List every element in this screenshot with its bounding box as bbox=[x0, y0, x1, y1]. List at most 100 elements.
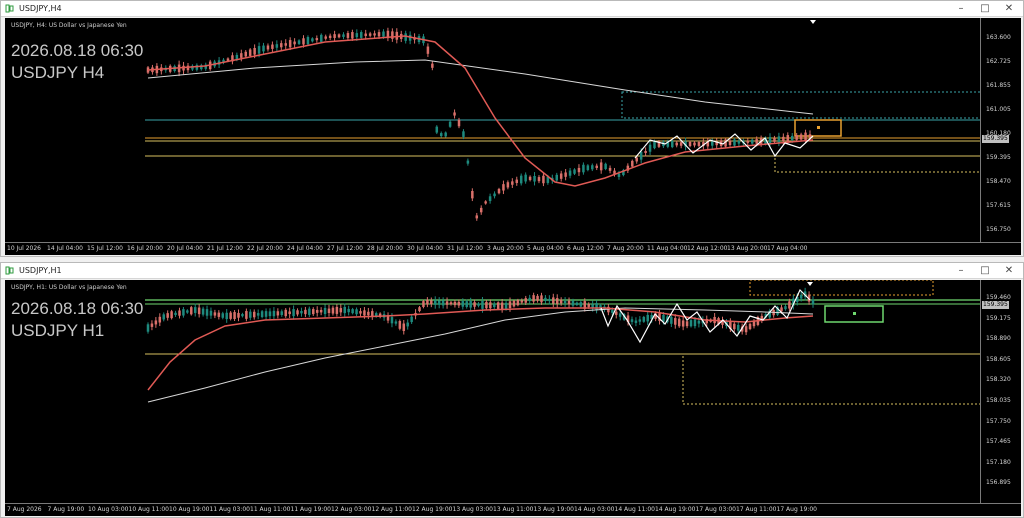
candle-body bbox=[493, 193, 496, 197]
candle-body bbox=[795, 135, 798, 140]
time-tick-label: 24 Jul 04:00 bbox=[287, 245, 323, 252]
candle-body bbox=[540, 295, 543, 303]
chart-area-h1[interactable]: USDJPY, H1: US Dollar vs Japanese Yen 20… bbox=[5, 280, 1021, 516]
candle-body bbox=[479, 207, 483, 213]
candle-body bbox=[477, 303, 480, 306]
candle-body bbox=[615, 311, 618, 315]
candle-body bbox=[266, 45, 270, 50]
candle-body bbox=[799, 294, 803, 299]
title-bar[interactable]: USDJPY,H1 – □ ✕ bbox=[1, 263, 1023, 279]
candle-body bbox=[406, 322, 409, 327]
candle-body bbox=[300, 310, 303, 314]
price-plot-h1[interactable] bbox=[5, 280, 981, 504]
candle-body bbox=[733, 139, 736, 146]
candle-body bbox=[324, 36, 327, 39]
time-tick-label: 14 Aug 03:00 bbox=[574, 506, 615, 513]
candle-body bbox=[688, 141, 692, 147]
time-tick-label: 13 Aug 19:00 bbox=[533, 506, 574, 513]
candle-body bbox=[697, 142, 701, 146]
candle-body bbox=[469, 300, 472, 308]
candle-body bbox=[315, 309, 319, 313]
close-button[interactable]: ✕ bbox=[997, 2, 1021, 16]
shift-marker bbox=[810, 20, 816, 24]
price-axis[interactable]: 159.460 159.175 158.890 158.605 158.320 158.0… bbox=[980, 280, 1021, 504]
chart-window-h4[interactable]: USDJPY,H4 – □ ✕ USDJPY, H4: US Dollar vs… bbox=[0, 0, 1024, 257]
candle-body bbox=[790, 135, 794, 141]
candle-body bbox=[755, 139, 758, 144]
candle-body bbox=[367, 311, 370, 316]
chart-window-h1[interactable]: USDJPY,H1 – □ ✕ USDJPY, H1: US Dollar vs… bbox=[0, 262, 1024, 518]
candle-body bbox=[555, 174, 559, 181]
time-tick-label: 12 Aug 19:00 bbox=[412, 506, 453, 513]
time-axis[interactable]: 10 Jul 2026 14 Jul 04:00 15 Jul 12:00 16 Ju… bbox=[5, 242, 1021, 255]
target-box-marker bbox=[853, 312, 856, 315]
candle-body bbox=[297, 40, 301, 44]
candle-body bbox=[182, 309, 185, 316]
candle-body bbox=[780, 307, 783, 312]
candle-body bbox=[249, 311, 252, 318]
maximize-button[interactable]: □ bbox=[973, 264, 997, 278]
candle-body bbox=[441, 300, 445, 306]
time-tick-label: 14 Aug 19:00 bbox=[655, 506, 696, 513]
candle-body bbox=[642, 316, 646, 322]
candle-body bbox=[430, 300, 433, 305]
candle-body bbox=[786, 135, 790, 142]
candle-body bbox=[174, 312, 177, 316]
candle-body bbox=[337, 34, 341, 38]
candle-body bbox=[253, 47, 256, 55]
maximize-button[interactable]: □ bbox=[973, 2, 997, 16]
price-plot-h4[interactable] bbox=[5, 18, 981, 243]
candle-body bbox=[693, 319, 697, 327]
candle-body bbox=[536, 295, 539, 301]
time-tick-label: 6 Aug 12:00 bbox=[567, 245, 604, 252]
price-axis[interactable]: 163.600 162.725 161.855 161.005 160.180 159.3… bbox=[980, 18, 1021, 255]
target-box-marker bbox=[817, 126, 820, 129]
candle-body bbox=[245, 311, 248, 319]
chart-area-h4[interactable]: USDJPY, H4: US Dollar vs Japanese Yen 20… bbox=[5, 18, 1021, 255]
candle-body bbox=[582, 164, 585, 173]
candle-body bbox=[437, 300, 441, 305]
time-tick-label: 11 Aug 11:00 bbox=[250, 506, 291, 513]
minimize-button[interactable]: – bbox=[949, 264, 973, 278]
candle-body bbox=[520, 300, 524, 303]
candle-body bbox=[288, 40, 292, 48]
candle-body bbox=[377, 32, 381, 37]
price-tick-label: 156.895 bbox=[986, 479, 1011, 487]
symbol-timeframe-label: USDJPY H4 bbox=[11, 63, 105, 82]
candle-body bbox=[481, 300, 484, 309]
candle-body bbox=[315, 38, 319, 41]
candle-body bbox=[268, 311, 272, 317]
candle-body bbox=[471, 190, 474, 199]
candle-body bbox=[288, 311, 291, 315]
price-tick-label: 158.470 bbox=[986, 178, 1011, 185]
candle-body bbox=[339, 308, 343, 313]
candle-body bbox=[331, 307, 335, 314]
candle-body bbox=[319, 309, 323, 313]
chart-window-icon bbox=[5, 4, 14, 13]
candle-body bbox=[473, 302, 476, 307]
candle-body bbox=[150, 323, 154, 327]
candle-body bbox=[733, 323, 736, 330]
time-tick-label: 12 Aug 11:00 bbox=[371, 506, 412, 513]
candle-body bbox=[280, 311, 284, 316]
candle-body bbox=[461, 301, 465, 307]
title-bar[interactable]: USDJPY,H4 – □ ✕ bbox=[1, 1, 1023, 17]
window-title: USDJPY,H4 bbox=[19, 4, 62, 13]
candle-body bbox=[542, 175, 545, 184]
candle-body bbox=[519, 175, 523, 184]
close-button[interactable]: ✕ bbox=[997, 264, 1021, 278]
candle-body bbox=[333, 34, 336, 38]
time-axis[interactable]: 7 Aug 2026 7 Aug 19:00 10 Aug 03:00 10 Aug … bbox=[5, 503, 1021, 516]
candle-body bbox=[630, 319, 634, 322]
minimize-button[interactable]: – bbox=[949, 2, 973, 16]
dotted-zone-box bbox=[621, 91, 981, 119]
chart-info: USDJPY, H4: US Dollar vs Japanese Yen bbox=[11, 22, 127, 29]
candle-body bbox=[435, 126, 439, 133]
candle-body bbox=[685, 321, 689, 327]
candle-body bbox=[528, 297, 531, 302]
price-tick-label: 158.035 bbox=[986, 397, 1011, 404]
candle-body bbox=[670, 316, 673, 324]
dotted-zone-box bbox=[682, 353, 981, 405]
candle-body bbox=[444, 132, 447, 137]
candle-body bbox=[608, 167, 612, 171]
